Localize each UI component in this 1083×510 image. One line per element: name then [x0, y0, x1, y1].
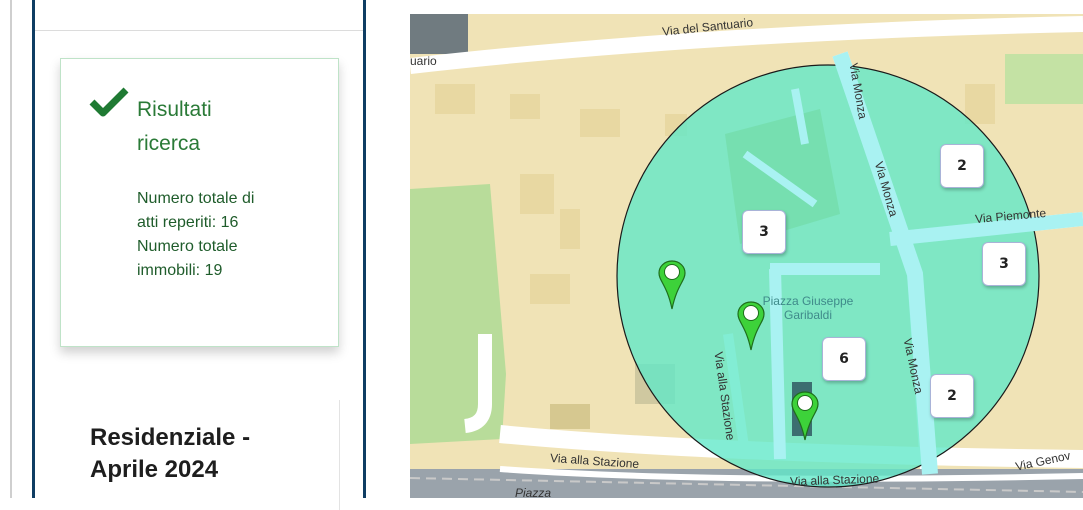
square-label-line: Piazza Giuseppe — [762, 294, 854, 308]
street-label: uario — [410, 54, 437, 68]
results-sidebar: Risultati ricerca Numero totale di atti … — [32, 0, 366, 510]
cluster-marker[interactable]: 6 — [822, 337, 866, 381]
results-title-line: Risultati — [137, 98, 212, 121]
divider — [35, 30, 363, 31]
park-area — [1005, 54, 1083, 104]
square-label-line: Garibaldi — [783, 308, 833, 322]
residential-title-line: Residenziale - — [90, 424, 251, 451]
building — [520, 174, 554, 214]
building — [530, 274, 570, 304]
results-summary: Numero totale di atti reperiti: 16 Numer… — [137, 187, 327, 283]
total-acts-label: Numero totale di — [137, 190, 255, 207]
total-properties-value: immobili: 19 — [137, 262, 223, 279]
results-title: Risultati ricerca — [137, 93, 277, 161]
map-pin-icon[interactable] — [657, 259, 687, 311]
building — [560, 209, 580, 249]
residential-title: Residenziale - Aprile 2024 — [90, 422, 290, 486]
total-acts-value: atti reperiti: 16 — [137, 214, 239, 231]
map-view[interactable]: Via del Santuario uario Via Monza Via Mo… — [410, 14, 1083, 498]
cluster-marker[interactable]: 2 — [940, 144, 984, 188]
building — [435, 84, 475, 114]
cluster-marker[interactable]: 3 — [742, 210, 786, 254]
building — [550, 404, 590, 429]
street-label: Piazza — [515, 486, 552, 498]
cluster-marker[interactable]: 3 — [982, 242, 1026, 286]
building — [965, 84, 995, 124]
building — [510, 94, 540, 119]
residential-card[interactable]: Residenziale - Aprile 2024 — [60, 400, 340, 510]
page-divider — [10, 0, 12, 498]
map-pin-icon[interactable] — [736, 300, 766, 352]
building — [580, 109, 620, 137]
railway — [410, 469, 1083, 498]
residential-title-line: Aprile 2024 — [90, 456, 219, 483]
building — [410, 14, 468, 54]
map-pin-icon[interactable] — [790, 390, 820, 442]
search-results-card: Risultati ricerca Numero totale di atti … — [60, 58, 339, 347]
cluster-marker[interactable]: 2 — [930, 374, 974, 418]
results-title-line: ricerca — [137, 132, 201, 155]
check-icon — [89, 87, 129, 117]
square-label: Piazza Giuseppe Garibaldi — [748, 294, 868, 322]
total-properties-label: Numero totale — [137, 238, 238, 255]
